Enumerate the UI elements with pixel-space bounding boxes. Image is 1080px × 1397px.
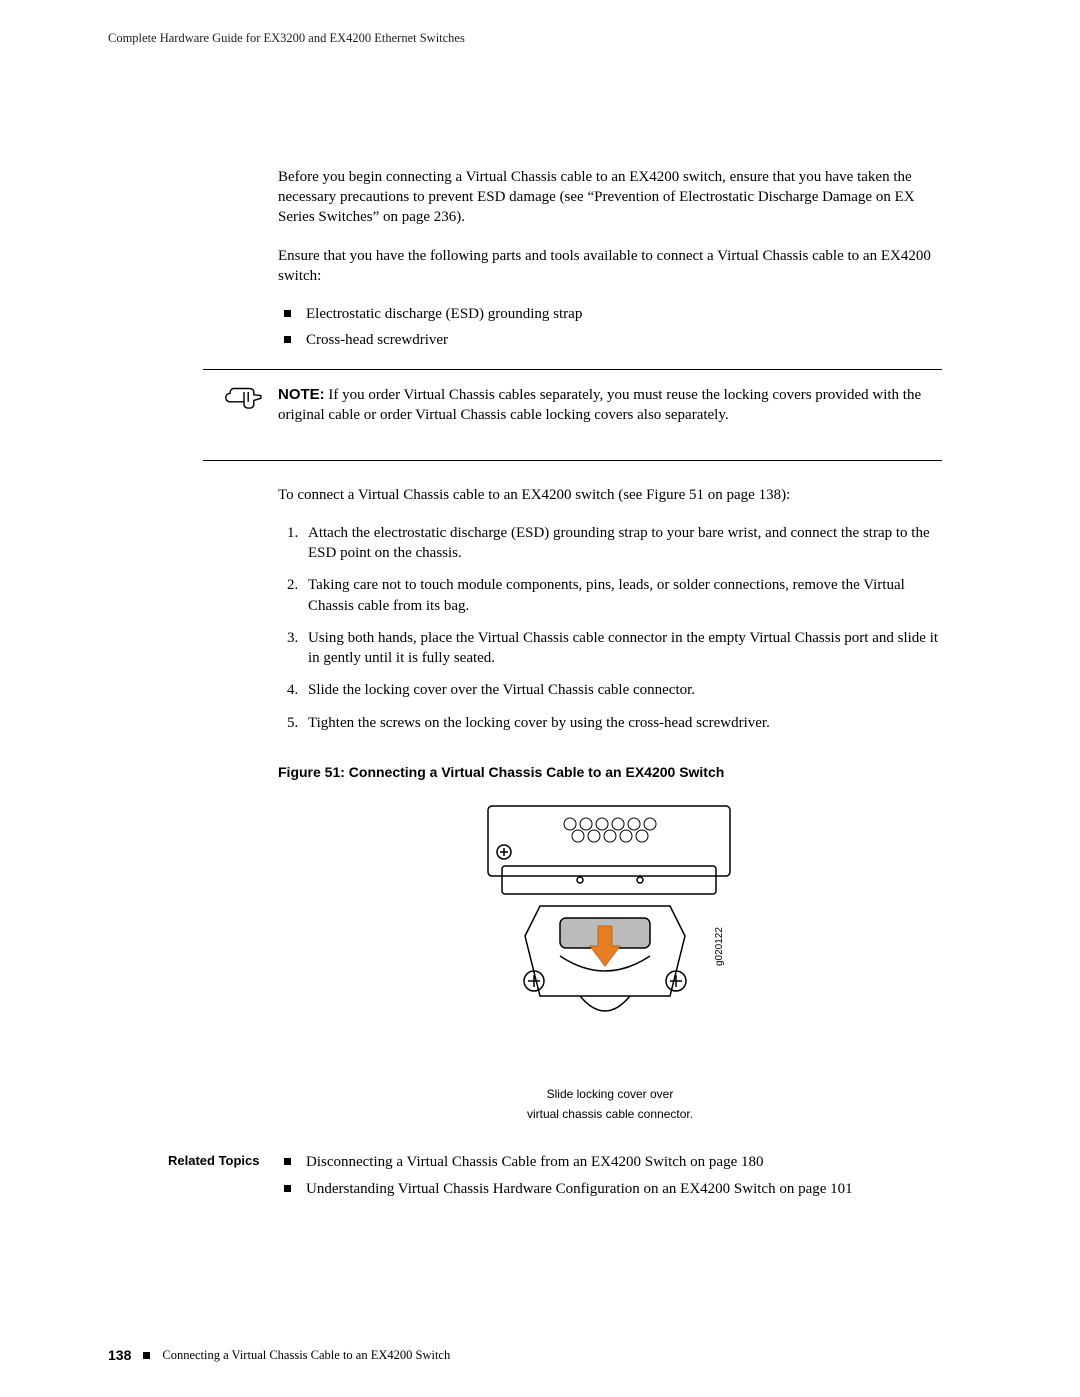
footer-square-icon [143,1352,150,1359]
figure-callout-2: virtual chassis cable connector. [278,1106,942,1122]
note-text: If you order Virtual Chassis cables sepa… [278,387,921,423]
page-footer: 138 Connecting a Virtual Chassis Cable t… [108,1346,450,1365]
intro-paragraph-2: Ensure that you have the following parts… [278,246,942,287]
step-item: Attach the electrostatic discharge (ESD)… [302,523,942,564]
related-link[interactable]: Disconnecting a Virtual Chassis Cable fr… [306,1154,764,1170]
list-item: Understanding Virtual Chassis Hardware C… [278,1179,942,1199]
tools-list: Electrostatic discharge (ESD) grounding … [278,304,942,351]
step-text: Tighten the screws on the locking cover … [308,715,770,731]
figure-artno: g020122 [714,926,725,965]
related-link[interactable]: Understanding Virtual Chassis Hardware C… [306,1181,853,1197]
page-number: 138 [108,1346,131,1365]
related-topics-label: Related Topics [168,1152,260,1170]
step-item: Taking care not to touch module componen… [302,575,942,616]
step-text: Using both hands, place the Virtual Chas… [308,630,938,666]
steps-list: Attach the electrostatic discharge (ESD)… [278,523,942,733]
tool-item-text: Cross-head screwdriver [306,332,448,348]
figure-callout-1: Slide locking cover over [278,1086,942,1102]
step-text: Taking care not to touch module componen… [308,577,905,613]
figure-caption: Figure 51: Connecting a Virtual Chassis … [278,763,942,782]
list-item: Electrostatic discharge (ESD) grounding … [278,304,942,324]
related-topics-list: Disconnecting a Virtual Chassis Cable fr… [278,1152,942,1199]
note-block: NOTE: If you order Virtual Chassis cable… [203,369,942,461]
step-item: Using both hands, place the Virtual Chas… [302,628,942,669]
note-hand-icon [223,386,265,412]
note-label: NOTE: [278,386,325,403]
footer-section-title: Connecting a Virtual Chassis Cable to an… [162,1347,450,1364]
step-text: Attach the electrostatic discharge (ESD)… [308,525,930,561]
figure-illustration: g020122 Slide locking cover over virtual… [278,796,942,1123]
list-item: Cross-head screwdriver [278,330,942,350]
step-text: Slide the locking cover over the Virtual… [308,682,695,698]
intro-paragraph-1: Before you begin connecting a Virtual Ch… [278,167,942,228]
step-item: Slide the locking cover over the Virtual… [302,680,942,700]
tool-item-text: Electrostatic discharge (ESD) grounding … [306,306,582,322]
running-header: Complete Hardware Guide for EX3200 and E… [108,30,972,47]
list-item: Disconnecting a Virtual Chassis Cable fr… [278,1152,942,1172]
step-item: Tighten the screws on the locking cover … [302,713,942,733]
procedure-lead: To connect a Virtual Chassis cable to an… [278,485,942,505]
